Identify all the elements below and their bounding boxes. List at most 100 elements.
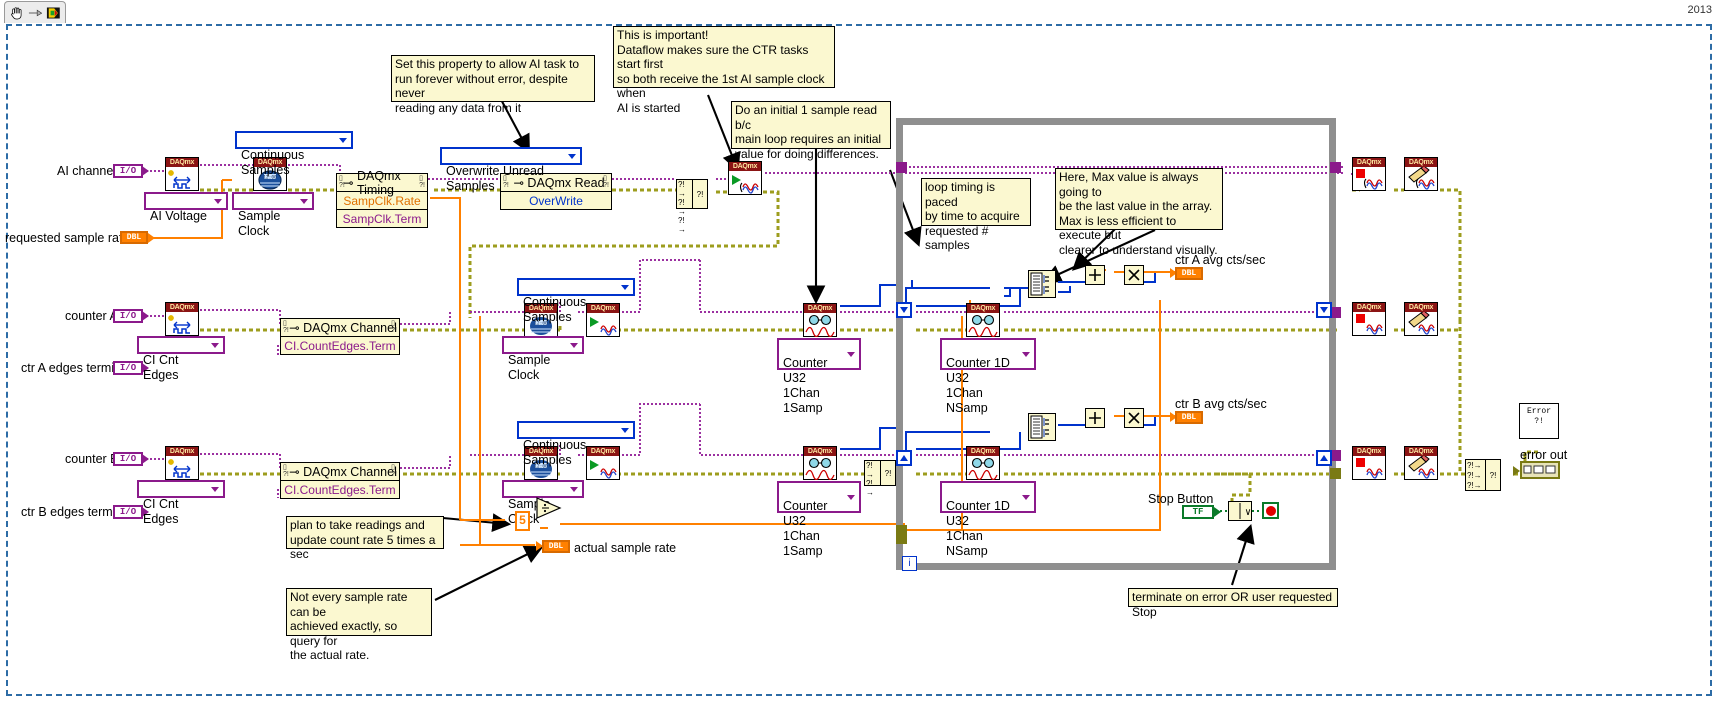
daqmx-clear-vi-ctrb[interactable]: DAQmx (1404, 446, 1438, 480)
stop-button-terminal[interactable]: TF (1182, 505, 1214, 519)
counter-u32-1chan-1samp-a[interactable]: Counter U32 1Chan 1Samp (777, 338, 861, 415)
daqmx-stop-vi-ai[interactable]: DAQmx (1352, 157, 1386, 191)
daqmx-create-channel-ctrb[interactable]: DAQmx (165, 446, 199, 480)
merge-inputs: ?!→ ?!→ ?!→ (1466, 460, 1486, 490)
daqmx-read-vi-ctrb-initial[interactable]: DAQmx (803, 446, 837, 480)
property-ci-countedges-term-b[interactable]: CI.CountEdges.Term (281, 481, 399, 498)
continuous-samples-constant-a[interactable]: Continuous Samples (517, 278, 635, 324)
note-terminate: terminate on error OR user requested Sto… (1128, 588, 1338, 619)
array-max-min-b[interactable] (1028, 413, 1056, 441)
daqmx-badge: DAQmx (1353, 158, 1385, 167)
daqmx-create-channel-ctra[interactable]: DAQmx (165, 302, 199, 336)
or-function[interactable]: ∨ (1228, 501, 1252, 521)
daqmx-channel-property-node-b[interactable]: ▯?! ⊸ DAQmx Channel ▯?! CI.CountEdges.Te… (280, 462, 400, 499)
requested-sample-rate-terminal[interactable]: DBL (120, 231, 148, 244)
counter-a-arrow (142, 311, 149, 321)
hand-tool-icon[interactable] (9, 5, 24, 21)
daqmx-create-channel-ai[interactable]: DAQmx (165, 157, 199, 191)
sample-clock-constant-b[interactable]: Sample Clock (502, 480, 584, 526)
counter-u32-1chan-1samp-b[interactable]: Counter U32 1Chan 1Samp (777, 481, 861, 558)
daqmx-read-vi-ctra-initial[interactable]: DAQmx (803, 303, 837, 337)
loop-tunnel-error-2[interactable] (896, 533, 907, 544)
read-glasses-glyph (804, 456, 836, 480)
clear-task-glyph (1405, 312, 1437, 336)
property-node-glyph: ▯?! (339, 175, 345, 189)
daqmx-read-vi-ctra-loop[interactable]: DAQmx (966, 303, 1000, 337)
actual-sample-rate-indicator[interactable]: DBL (542, 540, 570, 553)
daqmx-start-vi-ai[interactable]: DAQmx (728, 161, 762, 195)
run-arrow-icon[interactable] (46, 5, 61, 21)
daqmx-badge: DAQmx (1405, 303, 1437, 312)
arrow-tool-icon[interactable] (28, 5, 43, 21)
daqmx-channel-property-node-a[interactable]: ▯?! ⊸ DAQmx Channel ▯?! CI.CountEdges.Te… (280, 318, 400, 355)
daqmx-clear-vi-ai[interactable]: DAQmx (1404, 157, 1438, 191)
daqmx-stop-vi-ctrb[interactable]: DAQmx (1352, 446, 1386, 480)
note-actual-rate: Not every sample rate can be achieved ex… (286, 588, 432, 662)
merge-output: ?! (884, 468, 892, 478)
daqmx-start-vi-ctra[interactable]: DAQmx (586, 303, 620, 337)
counter-b-arrow (142, 454, 149, 464)
loop-stop-condition-terminal[interactable] (1262, 502, 1279, 519)
ci-cnt-edges-constant-b[interactable]: CI Cnt Edges (137, 480, 225, 526)
error-out-indicator[interactable] (1520, 461, 1560, 479)
subtract-function-b[interactable] (1085, 408, 1105, 428)
daqmx-badge: DAQmx (729, 162, 761, 171)
merge-output: ?! (1489, 470, 1497, 480)
ctr-b-edges-terminal-terminal[interactable]: I/O (113, 505, 143, 519)
loop-tunnel-right-ai[interactable] (1330, 162, 1341, 173)
continuous-samples-constant-ai[interactable]: Continuous Samples (235, 131, 353, 177)
continuous-samples-constant-b[interactable]: Continuous Samples (517, 421, 635, 467)
counter-a-label: counter A (65, 309, 118, 323)
property-ci-countedges-term-a[interactable]: CI.CountEdges.Term (281, 337, 399, 354)
create-channel-glyph (166, 167, 198, 191)
create-channel-glyph (166, 312, 198, 336)
ci-cnt-edges-constant-a[interactable]: CI Cnt Edges (137, 336, 225, 382)
counter-a-terminal[interactable]: I/O (113, 309, 143, 323)
daqmx-badge: DAQmx (967, 447, 999, 456)
start-task-glyph (729, 171, 761, 195)
daqmx-badge: DAQmx (1405, 447, 1437, 456)
property-node-title: ▯?! ⊸ DAQmx Timing ▯?! (337, 168, 427, 197)
shift-register-left-a[interactable] (896, 302, 912, 318)
multiply-function-a[interactable] (1124, 265, 1144, 285)
daqmx-badge: DAQmx (1405, 158, 1437, 167)
error-out-arrow (1513, 466, 1520, 476)
note-five-times: plan to take readings and update count r… (286, 516, 444, 561)
divide-function[interactable] (536, 497, 562, 519)
ctr-b-avg-indicator[interactable]: DBL (1175, 411, 1203, 424)
ai-voltage-constant[interactable]: AI Voltage (144, 192, 228, 223)
sample-clock-constant-ai[interactable]: Sample Clock (232, 192, 314, 238)
loop-tunnel-ai-task[interactable] (896, 162, 907, 173)
updates-per-sec-constant[interactable]: 5 (515, 511, 530, 531)
multiply-function-b[interactable] (1124, 408, 1144, 428)
property-overwrite[interactable]: OverWrite (501, 192, 611, 209)
sample-clock-constant-a[interactable]: Sample Clock (502, 336, 584, 382)
ctr-a-edges-terminal-terminal[interactable]: I/O (113, 361, 143, 375)
ctr-a-avg-indicator[interactable]: DBL (1175, 267, 1203, 280)
loop-tunnel-right-error[interactable] (1330, 468, 1341, 479)
counter-1d-u32-1chan-nsamp-b[interactable]: Counter 1D U32 1Chan NSamp (940, 481, 1036, 558)
merge-errors-ai[interactable]: ?!→ ?!→ ?!→ ?! (676, 179, 708, 234)
property-sampclk-term[interactable]: SampClk.Term (337, 210, 427, 227)
counter-b-terminal[interactable]: I/O (113, 452, 143, 466)
daqmx-stop-vi-ctra[interactable]: DAQmx (1352, 302, 1386, 336)
property-sampclk-rate[interactable]: SampClk.Rate (337, 192, 427, 210)
shift-register-left-b[interactable] (896, 450, 912, 466)
array-max-min-a[interactable] (1028, 270, 1056, 298)
daqmx-start-vi-ctrb[interactable]: DAQmx (586, 446, 620, 480)
merge-errors-final[interactable]: ?!→ ?!→ ?!→ ?! (1465, 459, 1501, 491)
shift-register-right-b[interactable] (1316, 450, 1332, 466)
property-node-glyph-right: ▯?! (391, 464, 397, 478)
ai-channels-terminal[interactable]: I/O (113, 164, 143, 178)
property-node-glyph-right: ▯?! (603, 175, 609, 189)
overwrite-unread-samples-constant[interactable]: Overwrite Unread Samples (440, 147, 582, 193)
daqmx-timing-property-node[interactable]: ▯?! ⊸ DAQmx Timing ▯?! SampClk.Rate Samp… (336, 168, 428, 228)
toolbar[interactable] (4, 1, 66, 23)
shift-register-right-a[interactable] (1316, 302, 1332, 318)
daqmx-clear-vi-ctra[interactable]: DAQmx (1404, 302, 1438, 336)
property-node-glyph: ▯?! (283, 464, 289, 478)
merge-errors-loop[interactable]: ?!→ ?!→ ?! (864, 460, 896, 497)
subtract-function-a[interactable] (1085, 265, 1105, 285)
daqmx-read-vi-ctrb-loop[interactable]: DAQmx (966, 446, 1000, 480)
counter-1d-u32-1chan-nsamp-a[interactable]: Counter 1D U32 1Chan NSamp (940, 338, 1036, 415)
